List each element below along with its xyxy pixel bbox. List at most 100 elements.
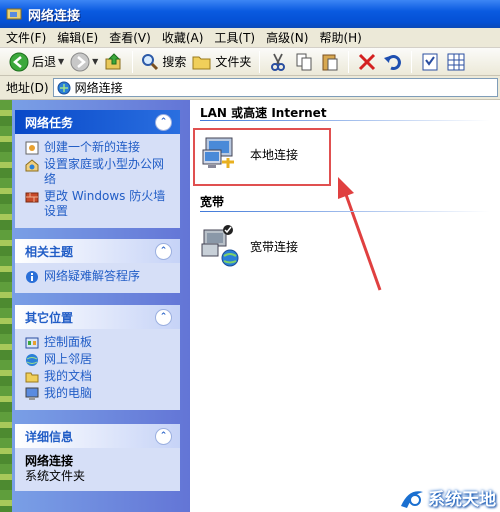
- copy-button[interactable]: [291, 50, 317, 74]
- undo-button[interactable]: [380, 50, 406, 74]
- group-divider: [200, 211, 490, 212]
- menu-tools[interactable]: 工具(T): [214, 29, 255, 46]
- back-dropdown-icon[interactable]: ▼: [58, 57, 64, 66]
- annotation-arrow: [338, 177, 382, 291]
- group-header-broadband: 宽带: [200, 195, 225, 209]
- task-label: 设置家庭或小型办公网络: [44, 157, 165, 186]
- delete-button[interactable]: [354, 50, 380, 74]
- menu-bar: 文件(F) 编辑(E) 查看(V) 收藏(A) 工具(T) 高级(N) 帮助(H…: [0, 28, 500, 48]
- menu-favorites[interactable]: 收藏(A): [162, 29, 204, 46]
- place-label: 网上邻居: [44, 352, 93, 366]
- place-my-documents[interactable]: 我的文档: [25, 369, 174, 384]
- forward-dropdown-icon[interactable]: ▼: [92, 57, 98, 66]
- forward-button[interactable]: ▼: [67, 50, 101, 74]
- address-value: 网络连接: [74, 81, 123, 95]
- watermark-text: 系统天地: [428, 490, 496, 510]
- related-topics-title: 相关主题: [25, 244, 74, 259]
- menu-edit[interactable]: 编辑(E): [57, 29, 98, 46]
- menu-file[interactable]: 文件(F): [6, 29, 46, 46]
- paste-button[interactable]: [317, 50, 343, 74]
- collapse-chevron-icon[interactable]: ⌃: [155, 242, 172, 260]
- up-folder-icon: [105, 52, 121, 69]
- back-button[interactable]: 后退 ▼: [6, 50, 67, 74]
- related-topics-panel: 相关主题 ⌃ 网络疑难解答程序: [15, 239, 180, 293]
- title-bar: 网络连接: [0, 0, 500, 28]
- address-label: 地址(D): [6, 81, 49, 95]
- connection-label: 宽带连接: [250, 239, 299, 254]
- search-button[interactable]: 搜索: [138, 50, 189, 74]
- up-folder-button[interactable]: [101, 50, 127, 74]
- place-label: 控制面板: [44, 335, 93, 349]
- broadband-connection-icon: [201, 225, 239, 267]
- network-connections-icon: [57, 81, 71, 94]
- toolbar-separator: [259, 50, 261, 73]
- my-documents-icon: [25, 372, 39, 383]
- details-type: 系统文件夹: [25, 469, 86, 483]
- cut-button[interactable]: [265, 50, 291, 74]
- address-input[interactable]: 网络连接: [52, 78, 498, 97]
- toolbar-separator: [348, 50, 350, 73]
- other-places-panel: 其它位置 ⌃ 控制面板 网上邻居 我的文档 我的电脑: [15, 305, 180, 410]
- place-network-neighborhood[interactable]: 网上邻居: [25, 352, 174, 367]
- task-network-troubleshooter[interactable]: 网络疑难解答程序: [25, 269, 174, 284]
- details-header[interactable]: 详细信息 ⌃: [15, 424, 180, 448]
- details-panel: 详细信息 ⌃ 网络连接 系统文件夹: [15, 424, 180, 491]
- folders-button[interactable]: 文件夹: [189, 50, 254, 74]
- collapse-chevron-icon[interactable]: ⌃: [155, 427, 172, 445]
- firewall-icon: [25, 192, 39, 203]
- folder-icon: [192, 56, 211, 69]
- related-topics-header[interactable]: 相关主题 ⌃: [15, 239, 180, 263]
- place-my-computer[interactable]: 我的电脑: [25, 386, 174, 401]
- desktop-background-strip: [0, 100, 12, 512]
- task-firewall[interactable]: 更改 Windows 防火墙设置: [25, 189, 174, 219]
- views-button[interactable]: [443, 50, 469, 74]
- search-icon: [142, 53, 159, 70]
- task-home-network[interactable]: 设置家庭或小型办公网络: [25, 157, 174, 187]
- highlight-annotation: [193, 128, 331, 186]
- window-title: 网络连接: [28, 8, 81, 24]
- group-divider: [200, 120, 490, 121]
- menu-help[interactable]: 帮助(H): [319, 29, 361, 46]
- task-create-connection[interactable]: 创建一个新的连接: [25, 140, 174, 155]
- group-header-lan: LAN 或高速 Internet: [200, 106, 327, 120]
- undo-icon: [384, 54, 402, 70]
- task-label: 更改 Windows 防火墙设置: [44, 189, 166, 218]
- details-title: 详细信息: [25, 429, 74, 444]
- network-tasks-panel: 网络任务 ⌃ 创建一个新的连接 设置家庭或小型办公网络 更改 Windows 防…: [15, 110, 180, 228]
- network-folder-icon: [6, 8, 22, 20]
- views-grid-icon: [447, 53, 465, 70]
- home-network-icon: [25, 159, 39, 172]
- menu-view[interactable]: 查看(V): [109, 29, 151, 46]
- watermark-logo-icon: [401, 490, 423, 508]
- back-arrow-icon: [9, 52, 29, 71]
- scissors-icon: [271, 53, 286, 71]
- task-label: 网络疑难解答程序: [44, 269, 141, 283]
- place-label: 我的电脑: [44, 386, 93, 400]
- properties-icon: [422, 53, 438, 70]
- folders-label: 文件夹: [215, 55, 252, 69]
- my-computer-icon: [25, 387, 39, 400]
- network-places-icon: [26, 354, 38, 366]
- control-panel-icon: [25, 337, 39, 349]
- place-control-panel[interactable]: 控制面板: [25, 335, 174, 350]
- back-label: 后退: [32, 55, 57, 69]
- details-name: 网络连接: [25, 454, 74, 468]
- network-tasks-header[interactable]: 网络任务 ⌃: [15, 110, 180, 134]
- copy-icon: [296, 53, 312, 70]
- site-watermark: 系统天地: [399, 485, 496, 510]
- menu-advanced[interactable]: 高级(N): [266, 29, 308, 46]
- collapse-chevron-icon[interactable]: ⌃: [155, 113, 172, 131]
- connection-broadband[interactable]: 宽带连接: [200, 224, 298, 268]
- toolbar-separator: [411, 50, 413, 73]
- other-places-header[interactable]: 其它位置 ⌃: [15, 305, 180, 329]
- properties-button[interactable]: [417, 50, 443, 74]
- network-tasks-title: 网络任务: [25, 115, 74, 130]
- task-label: 创建一个新的连接: [44, 140, 141, 154]
- search-label: 搜索: [162, 55, 187, 69]
- toolbar-separator: [132, 50, 134, 73]
- toolbar: 后退 ▼ ▼ 搜索 文件夹: [0, 48, 500, 76]
- info-icon: [26, 271, 38, 283]
- other-places-title: 其它位置: [25, 310, 74, 325]
- new-connection-icon: [25, 141, 39, 155]
- collapse-chevron-icon[interactable]: ⌃: [155, 308, 172, 326]
